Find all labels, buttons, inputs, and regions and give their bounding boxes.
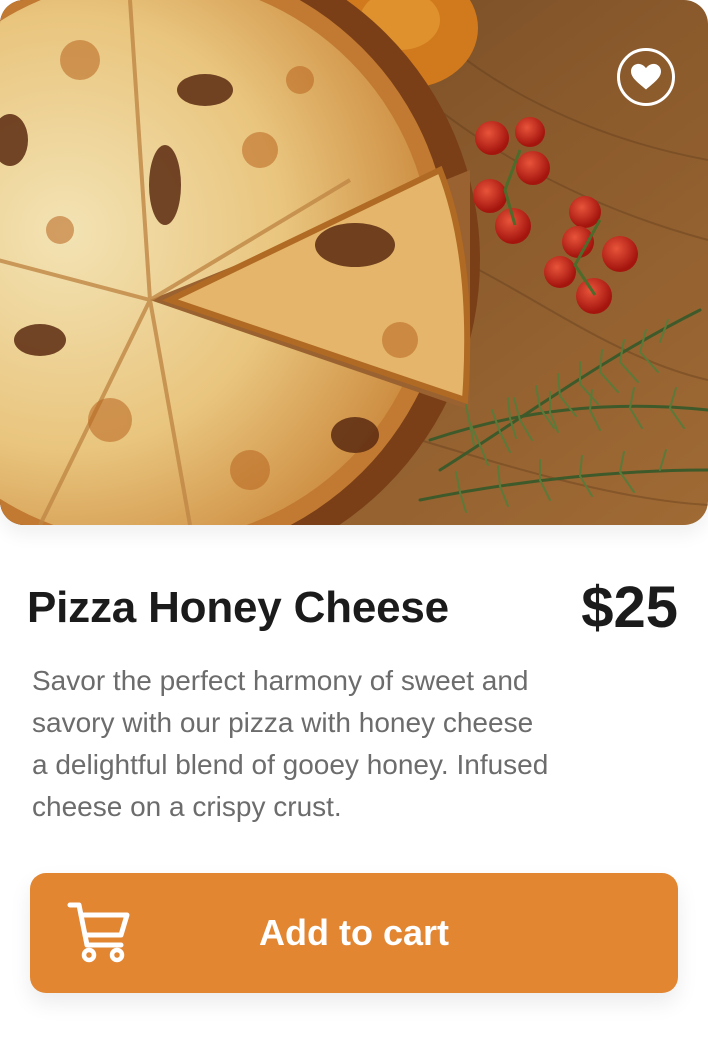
product-price: $25 [581, 575, 678, 640]
pizza-photo [0, 0, 708, 525]
add-to-cart-button[interactable]: Add to cart [30, 873, 678, 993]
product-image [0, 0, 708, 525]
add-to-cart-label: Add to cart [258, 912, 449, 953]
description-line: savory with our pizza with honey cheese [32, 707, 534, 738]
description-line: a delightful blend of gooey honey. Infus… [32, 749, 549, 780]
product-description: Savor the perfect harmony of sweet and s… [32, 660, 652, 828]
description-line: Savor the perfect harmony of sweet and [32, 665, 529, 696]
heart-icon [631, 63, 661, 90]
description-line: cheese on a crispy crust. [32, 791, 342, 822]
favorite-button[interactable] [617, 48, 675, 106]
product-title: Pizza Honey Cheese [27, 583, 449, 632]
product-card: Pizza Honey Cheese $25 Savor the perfect… [0, 0, 708, 1041]
